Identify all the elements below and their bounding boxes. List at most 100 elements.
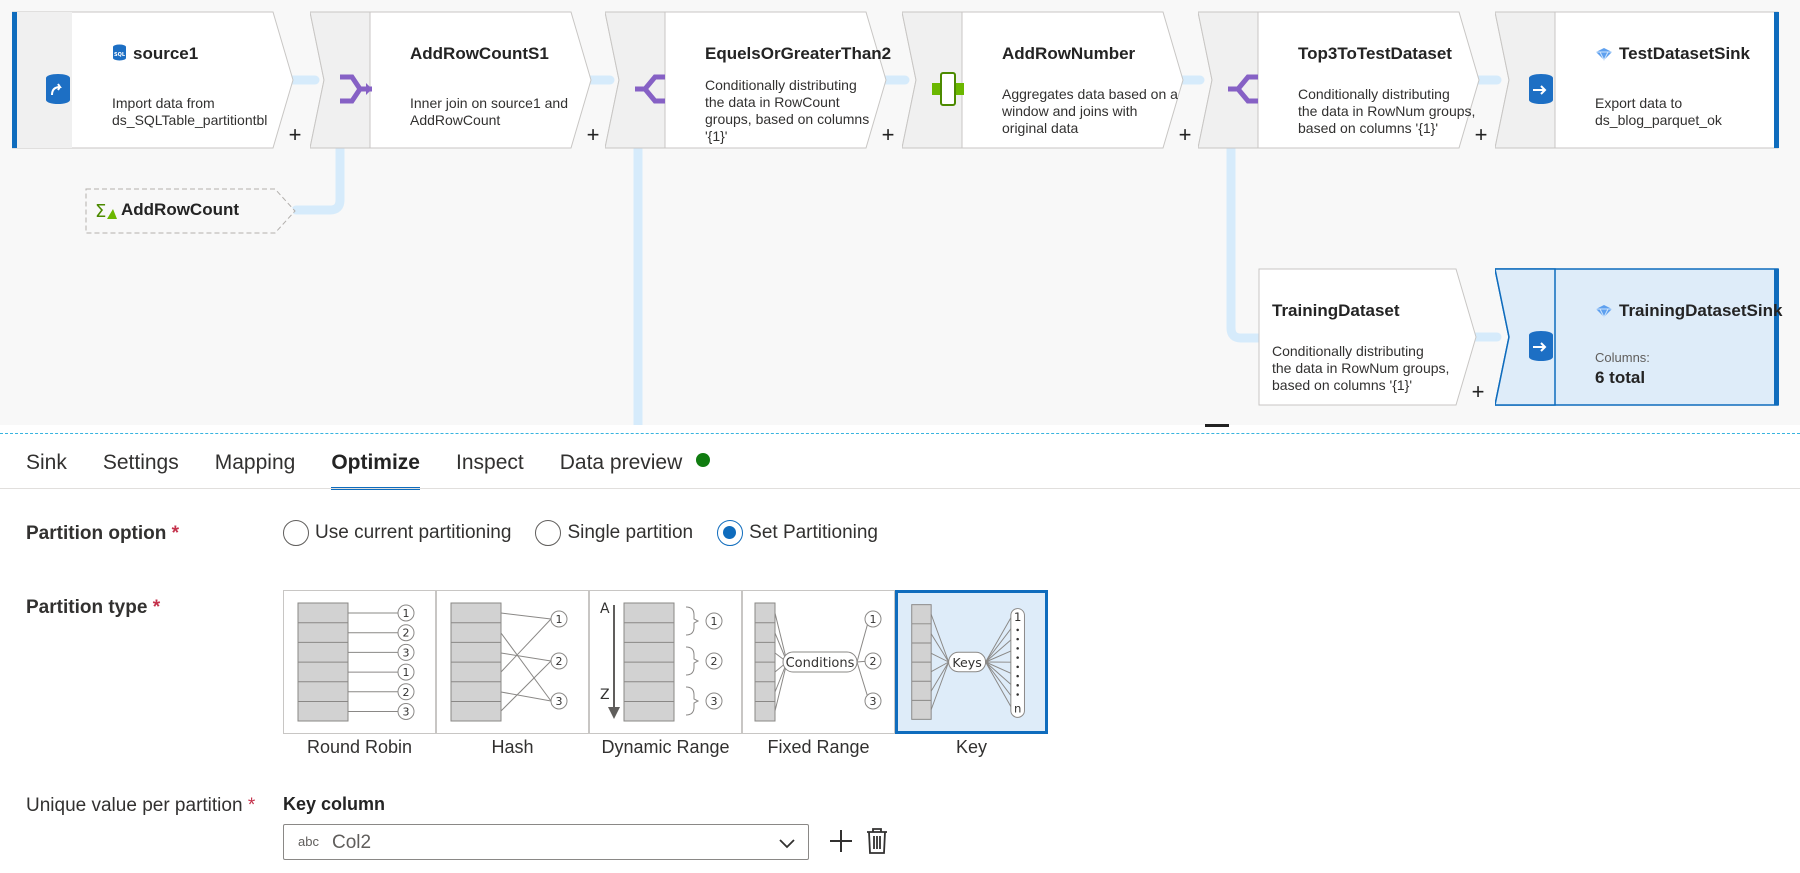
config-tabs: Sink Settings Mapping Optimize Inspect Data p… bbox=[26, 446, 711, 490]
tab-data-preview[interactable]: Data preview bbox=[560, 446, 711, 490]
tab-mapping[interactable]: Mapping bbox=[215, 446, 296, 490]
node-addrowcounts1[interactable]: AddRowCountS1 Inner join on source1 and A… bbox=[310, 11, 595, 149]
key-icon: Keys 1 n bbox=[911, 604, 1025, 720]
node-title: AddRowNumber bbox=[1002, 44, 1135, 64]
node-title: TrainingDataset bbox=[1272, 301, 1400, 320]
svg-text:1: 1 bbox=[1014, 610, 1021, 624]
partition-type-fixed-range[interactable]: Conditions 1 2 3 bbox=[742, 590, 895, 734]
partition-type-label: Hash bbox=[491, 737, 534, 757]
chevron-down-icon bbox=[776, 832, 798, 859]
svg-text:1: 1 bbox=[870, 613, 877, 626]
node-title-text: Top3ToTestDataset bbox=[1298, 44, 1452, 63]
conditional-split-icon bbox=[1224, 69, 1264, 109]
tab-label: Data preview bbox=[559, 451, 683, 474]
node-title: TrainingDatasetSink bbox=[1595, 301, 1782, 323]
node-source1[interactable]: SQL source1 Import data from ds_SQLTable_p… bbox=[12, 11, 297, 149]
tab-inspect[interactable]: Inspect bbox=[456, 446, 524, 490]
svg-text:3: 3 bbox=[711, 695, 718, 708]
add-transform-button[interactable]: + bbox=[1471, 124, 1491, 146]
sql-table-icon: SQL bbox=[112, 44, 127, 66]
aggregate-icon: Σ bbox=[95, 201, 119, 226]
key-column-value: Col2 bbox=[332, 832, 372, 853]
tab-optimize[interactable]: Optimize bbox=[331, 446, 420, 490]
radio-label: Single partition bbox=[567, 522, 694, 543]
node-addrowcount[interactable]: Σ AddRowCount bbox=[85, 188, 297, 234]
tab-sink[interactable]: Sink bbox=[26, 446, 67, 490]
status-dot-icon bbox=[696, 453, 711, 467]
tab-label: Inspect bbox=[456, 451, 524, 474]
svg-text:2: 2 bbox=[403, 627, 410, 640]
partition-option-group: Use current partitioning Single partition… bbox=[283, 520, 878, 546]
node-title: Top3ToTestDataset bbox=[1298, 44, 1452, 64]
node-description: Conditionally distributing the data in R… bbox=[705, 77, 870, 144]
sql-source-icon bbox=[38, 69, 78, 109]
tab-label: Optimize bbox=[331, 451, 420, 474]
node-trainingdataset[interactable]: TrainingDataset Conditionally distributin… bbox=[1258, 268, 1478, 406]
partition-type-dynamic-range[interactable]: A Z 1 2 3 bbox=[589, 590, 742, 734]
key-column-select[interactable]: abc Col2 bbox=[283, 824, 809, 860]
partition-type-key[interactable]: Keys 1 n bbox=[895, 590, 1048, 734]
svg-text:3: 3 bbox=[870, 695, 877, 708]
key-column-title: Key column bbox=[283, 794, 386, 814]
node-description: Inner join on source1 and AddRowCount bbox=[410, 95, 568, 128]
add-transform-button[interactable]: + bbox=[1175, 124, 1195, 146]
svg-text:1: 1 bbox=[403, 607, 410, 620]
svg-text:1: 1 bbox=[403, 666, 410, 679]
node-title: AddRowCountS1 bbox=[410, 44, 549, 64]
tab-label: Mapping bbox=[214, 451, 296, 474]
svg-text:2: 2 bbox=[711, 655, 718, 668]
node-title: AddRowCount bbox=[121, 200, 240, 219]
node-description: Export data to ds_blog_parquet_ok bbox=[1595, 95, 1722, 128]
add-transform-button[interactable]: + bbox=[1468, 381, 1488, 403]
node-description: Import data from ds_SQLTable_partitiontb… bbox=[112, 95, 268, 128]
resize-handle[interactable] bbox=[1205, 424, 1229, 427]
trash-icon[interactable] bbox=[865, 827, 889, 860]
node-title-text: EquelsOrGreaterThan2 bbox=[705, 44, 892, 63]
node-top3totestdataset[interactable]: Top3ToTestDataset Conditionally distribut… bbox=[1198, 11, 1483, 149]
svg-text:2: 2 bbox=[556, 655, 563, 668]
svg-text:Keys: Keys bbox=[952, 655, 981, 670]
hash-icon: 1 2 3 bbox=[450, 602, 568, 722]
partition-type-hash[interactable]: 1 2 3 bbox=[436, 590, 589, 734]
radio-label: Use current partitioning bbox=[315, 522, 512, 543]
partition-type-label: Partition type * bbox=[26, 597, 161, 618]
node-description: Aggregates data based on a window and jo… bbox=[1002, 86, 1178, 136]
dynamic-range-icon: A Z 1 2 3 bbox=[600, 601, 723, 722]
node-title: SQL source1 bbox=[112, 44, 198, 66]
add-icon[interactable] bbox=[828, 828, 854, 859]
node-equelsorgreaterthan2[interactable]: EquelsOrGreaterThan2 Conditionally distri… bbox=[605, 11, 891, 149]
partition-type-label: Round Robin bbox=[306, 737, 413, 757]
svg-text:Σ: Σ bbox=[95, 201, 106, 221]
node-testdatasetsink[interactable]: TestDatasetSink Export data to ds_blog_pa… bbox=[1495, 11, 1780, 149]
add-transform-button[interactable]: + bbox=[285, 124, 305, 146]
add-transform-button[interactable]: + bbox=[583, 124, 603, 146]
join-icon bbox=[336, 69, 376, 109]
partition-type-label: Fixed Range bbox=[767, 737, 870, 757]
dataflow-canvas[interactable]: SQL source1 Import data from ds_SQLTable_p… bbox=[0, 0, 1800, 425]
svg-text:3: 3 bbox=[403, 646, 410, 659]
node-addrownumber[interactable]: AddRowNumber Aggregates data based on a w… bbox=[902, 11, 1187, 149]
conditional-split-icon bbox=[631, 69, 671, 109]
tab-label: Settings bbox=[102, 451, 179, 474]
node-trainingdatasetsink[interactable]: TrainingDatasetSink Columns: 6 total bbox=[1495, 268, 1785, 406]
svg-text:3: 3 bbox=[403, 706, 410, 719]
parquet-icon bbox=[1595, 46, 1613, 66]
svg-text:Z: Z bbox=[600, 687, 610, 703]
radio-set-partitioning[interactable]: Set Partitioning bbox=[717, 520, 878, 546]
radio-circle-icon bbox=[535, 520, 562, 546]
radio-use-current-partitioning[interactable]: Use current partitioning bbox=[283, 520, 511, 546]
svg-text:3: 3 bbox=[556, 695, 563, 708]
partition-type-round-robin[interactable]: 1 2 3 1 2 3 bbox=[283, 590, 436, 734]
partition-type-group: 1 2 3 1 2 3 1 2 3 A Z 1 2 3 Conditions 1 2 3 Keys 1 n bbox=[283, 590, 1048, 734]
partition-type-labels: Round Robin Hash Dynamic Range Fixed Range K… bbox=[283, 737, 1048, 758]
columns-label: Columns: bbox=[1595, 350, 1650, 365]
add-transform-button[interactable]: + bbox=[878, 124, 898, 146]
parquet-icon bbox=[1595, 303, 1613, 323]
svg-text:A: A bbox=[600, 601, 610, 617]
node-title-text: AddRowNumber bbox=[1002, 44, 1136, 63]
tab-settings[interactable]: Settings bbox=[103, 446, 179, 490]
node-title: EquelsOrGreaterThan2 bbox=[705, 44, 891, 64]
partition-type-label: Key bbox=[955, 737, 988, 757]
svg-text:Conditions: Conditions bbox=[786, 656, 855, 671]
radio-single-partition[interactable]: Single partition bbox=[535, 520, 693, 546]
